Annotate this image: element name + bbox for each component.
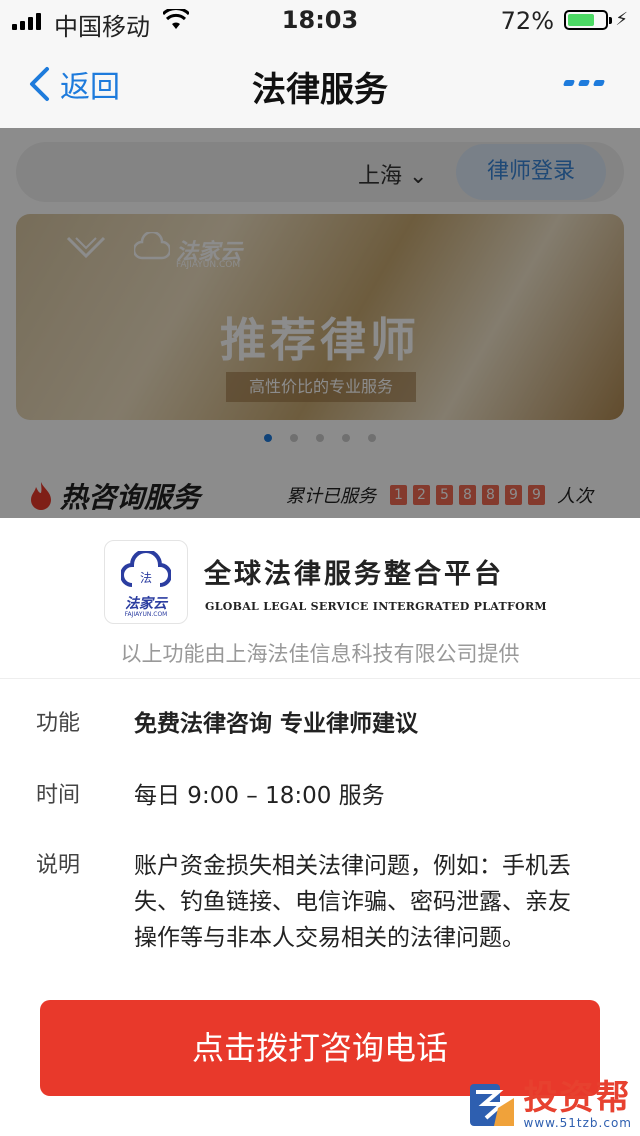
status-bar: 中国移动 18:03 72% ⚡ [0,0,640,41]
detail-row-time: 时间 每日 9:00 – 18:00 服务 [36,778,606,814]
provider-logo-url: FAJIAYUN.COM [124,611,168,618]
detail-key: 功能 [36,711,81,736]
divider [0,678,640,679]
detail-key: 说明 [36,853,81,878]
provider-subtitle-en: GLOBAL LEGAL SERVICE INTERGRATED PLATFOR… [205,600,547,613]
more-icon[interactable] [562,80,606,86]
watermark: 投资帮 www.51tzb.com [468,1080,633,1130]
battery-icon [564,10,612,30]
provider-title: 全球法律服务整合平台 [204,559,504,590]
battery-percent: 72% [500,7,554,35]
provided-by-text: 以上功能由上海法佳信息科技有限公司提供 [120,642,520,666]
nav-bar: 返回 法律服务 [0,40,640,128]
watermark-name: 投资帮 [523,1078,632,1118]
watermark-logo-icon [469,1084,514,1126]
detail-row-description: 说明 账户资金损失相关法律问题，例如：手机丢失、钓鱼链接、电信诈骗、密码泄露、亲… [36,848,606,956]
provider-logo: 法 法家云 FAJIAYUN.COM [104,540,188,624]
detail-key: 时间 [36,783,81,808]
provider-logo-char: 法 [140,571,152,585]
detail-row-function: 功能 免费法律咨询 专业律师建议 [36,706,606,742]
detail-value: 每日 9:00 – 18:00 服务 [134,783,385,809]
provider-logo-name: 法家云 [125,596,167,612]
detail-value: 免费法律咨询 专业律师建议 [134,711,419,737]
cloud-logo-icon: 法 [121,551,171,587]
charging-icon: ⚡ [615,9,628,30]
detail-value: 账户资金损失相关法律问题，例如：手机丢失、钓鱼链接、电信诈骗、密码泄露、亲友操作… [134,853,571,951]
info-sheet: 法 法家云 FAJIAYUN.COM 全球法律服务整合平台 GLOBAL LEG… [0,518,640,1136]
watermark-url: www.51tzb.com [523,1116,632,1130]
modal-overlay[interactable] [0,128,640,518]
page-title: 法律服务 [252,70,388,110]
